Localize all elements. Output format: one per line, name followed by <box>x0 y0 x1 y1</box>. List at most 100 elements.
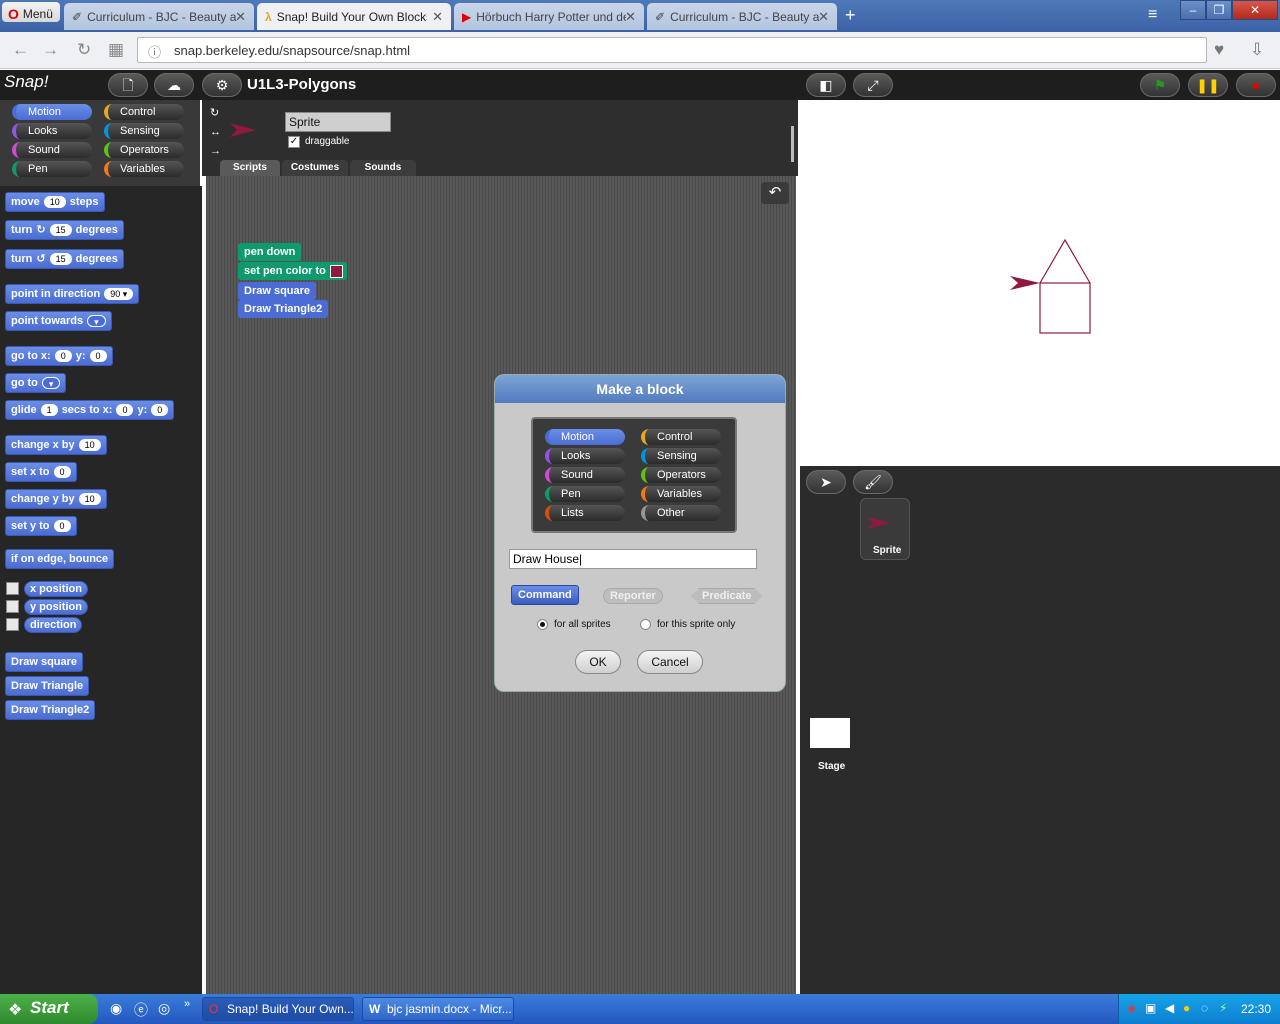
dialog-category-sound[interactable]: Sound <box>545 467 625 483</box>
tab-costumes[interactable]: Costumes <box>282 160 348 176</box>
block-go-to-xy[interactable]: go to x: 0 y: 0 <box>5 346 113 366</box>
watcher-checkbox-x[interactable] <box>6 582 19 595</box>
category-motion[interactable]: Motion <box>12 104 92 120</box>
speed-dial-icon[interactable]: ▦ <box>108 40 124 60</box>
block-change-y[interactable]: change y by 10 <box>5 489 107 509</box>
watcher-checkbox-direction[interactable] <box>6 618 19 631</box>
sprite-name-field[interactable]: Sprite <box>285 112 391 132</box>
site-info-icon[interactable]: ⓘ <box>148 42 161 61</box>
snap-logo[interactable]: Snap! <box>4 72 50 98</box>
dialog-category-variables[interactable]: Variables <box>641 486 721 502</box>
add-turtle-sprite-button[interactable]: ➤ <box>806 470 846 494</box>
pen-color-swatch[interactable] <box>329 264 343 278</box>
block-input[interactable]: 0 <box>53 520 71 532</box>
radio-this-sprite[interactable] <box>640 619 651 630</box>
block-input[interactable]: 10 <box>78 439 101 451</box>
dialog-category-operators[interactable]: Operators <box>641 467 721 483</box>
dialog-category-looks[interactable]: Looks <box>545 448 625 464</box>
paint-new-sprite-button[interactable]: 🖌 <box>853 470 893 494</box>
block-input[interactable]: 0 <box>151 404 169 416</box>
block-input[interactable]: 0 <box>89 350 107 362</box>
minimize-icon[interactable]: – <box>1180 0 1206 20</box>
maximize-icon[interactable]: ❐ <box>1206 0 1232 20</box>
block-input[interactable]: 15 <box>49 224 72 236</box>
reload-icon[interactable]: ↻ <box>77 40 91 60</box>
category-sound[interactable]: Sound <box>12 142 92 158</box>
usb-icon[interactable]: ⚡ <box>1219 1001 1227 1015</box>
close-tab-icon[interactable]: ✕ <box>818 9 829 25</box>
tab-curriculum-1[interactable]: ✐ Curriculum - BJC - Beauty and Joy of C… <box>64 3 254 30</box>
tab-harry-potter[interactable]: ▶ Hörbuch Harry Potter und der ✕ <box>454 3 644 30</box>
block-input[interactable]: 10 <box>43 196 66 208</box>
cancel-button[interactable]: Cancel <box>637 650 703 674</box>
chrome-icon[interactable]: ◎ <box>158 1000 170 1017</box>
close-tab-icon[interactable]: ✕ <box>625 9 636 25</box>
tab-scripts[interactable]: Scripts <box>220 160 280 176</box>
update-icon[interactable]: ◌ <box>1201 1001 1208 1015</box>
taskbar-item-word[interactable]: W bjc jasmin.docx - Micr... <box>362 997 514 1021</box>
block-set-x[interactable]: set x to 0 <box>5 462 77 482</box>
security-shield-icon[interactable]: ● <box>1183 1001 1190 1015</box>
type-reporter-button[interactable]: Reporter <box>603 588 663 604</box>
block-y-position[interactable]: y position <box>24 599 88 615</box>
cloud-menu-button[interactable]: ☁ <box>154 73 194 97</box>
presentation-mode-button[interactable]: ⤢ <box>853 73 893 97</box>
block-x-position[interactable]: x position <box>24 581 88 597</box>
category-pen[interactable]: Pen <box>12 161 92 177</box>
block-direction[interactable]: direction <box>24 617 83 633</box>
green-flag-button[interactable]: ⚑ <box>1140 73 1180 97</box>
forward-icon[interactable]: → <box>42 40 59 60</box>
block-input[interactable]: 0 <box>54 350 72 362</box>
bookmark-heart-icon[interactable]: ♥ <box>1214 40 1224 60</box>
dropdown-arrow-icon[interactable]: ▾ <box>41 377 61 389</box>
block-input[interactable]: 15 <box>49 253 72 265</box>
block-move[interactable]: move 10 steps <box>5 192 105 212</box>
show-desktop-icon[interactable]: ◉ <box>110 1000 122 1017</box>
ie-icon[interactable]: ⓔ <box>134 1000 148 1020</box>
settings-menu-button[interactable]: ⚙ <box>202 73 242 97</box>
address-field[interactable]: ⓘ snap.berkeley.edu/snapsource/snap.html <box>137 37 1207 63</box>
dialog-category-motion[interactable]: Motion <box>545 429 625 445</box>
stage-size-toggle[interactable]: ◧ <box>806 73 846 97</box>
stage[interactable] <box>800 104 1280 464</box>
block-turn-cw[interactable]: turn ↻ 15 degrees <box>5 220 124 240</box>
radio-all-sprites[interactable] <box>537 619 548 630</box>
stop-button[interactable]: ● <box>1236 73 1276 97</box>
rotation-none-icon[interactable]: → <box>210 145 221 157</box>
block-change-x[interactable]: change x by 10 <box>5 435 107 455</box>
dialog-category-other[interactable]: Other <box>641 505 721 521</box>
custom-block-draw-square[interactable]: Draw square <box>5 652 84 672</box>
undo-icon[interactable]: ↶ <box>761 182 789 204</box>
stage-thumbnail[interactable] <box>810 718 850 748</box>
block-go-to[interactable]: go to ▾ <box>5 373 67 393</box>
taskbar-item-snap[interactable]: O Snap! Build Your Own... <box>202 997 354 1021</box>
acrobat-icon[interactable]: ◈ <box>1127 1001 1136 1015</box>
network-icon[interactable]: ▣ <box>1145 1001 1156 1015</box>
close-tab-icon[interactable]: ✕ <box>432 9 443 25</box>
quicklaunch-more-icon[interactable]: » <box>184 998 190 1010</box>
watcher-checkbox-y[interactable] <box>6 600 19 613</box>
block-turn-ccw[interactable]: turn ↺ 15 degrees <box>5 249 124 269</box>
block-input[interactable]: 1 <box>40 404 58 416</box>
dialog-category-pen[interactable]: Pen <box>545 486 625 502</box>
back-icon[interactable]: ← <box>12 40 29 60</box>
volume-icon[interactable]: ◀ <box>1165 1001 1174 1015</box>
block-input[interactable]: 0 <box>53 466 71 478</box>
sprite-on-stage[interactable] <box>1010 276 1040 290</box>
rotation-lr-icon[interactable]: ↔ <box>210 126 221 138</box>
block-input[interactable]: 0 <box>116 404 134 416</box>
category-looks[interactable]: Looks <box>12 123 92 139</box>
dialog-category-control[interactable]: Control <box>641 429 721 445</box>
project-menu-button[interactable]: 🗋 <box>108 73 148 97</box>
corral-scrollbar[interactable] <box>791 126 794 162</box>
tab-curriculum-2[interactable]: ✐ Curriculum - BJC - Beauty and Joy of C… <box>647 3 837 30</box>
downloads-icon[interactable]: ⇩ <box>1250 40 1264 60</box>
script-block-set-pen-color[interactable]: set pen color to <box>238 262 347 280</box>
rotation-any-icon[interactable]: ↻ <box>210 106 219 119</box>
block-glide[interactable]: glide 1 secs to x: 0 y: 0 <box>5 400 175 420</box>
block-bounce[interactable]: if on edge, bounce <box>5 549 115 569</box>
dialog-category-lists[interactable]: Lists <box>545 505 625 521</box>
new-tab-icon[interactable]: + <box>845 5 856 26</box>
dialog-category-sensing[interactable]: Sensing <box>641 448 721 464</box>
block-set-y[interactable]: set y to 0 <box>5 516 77 536</box>
